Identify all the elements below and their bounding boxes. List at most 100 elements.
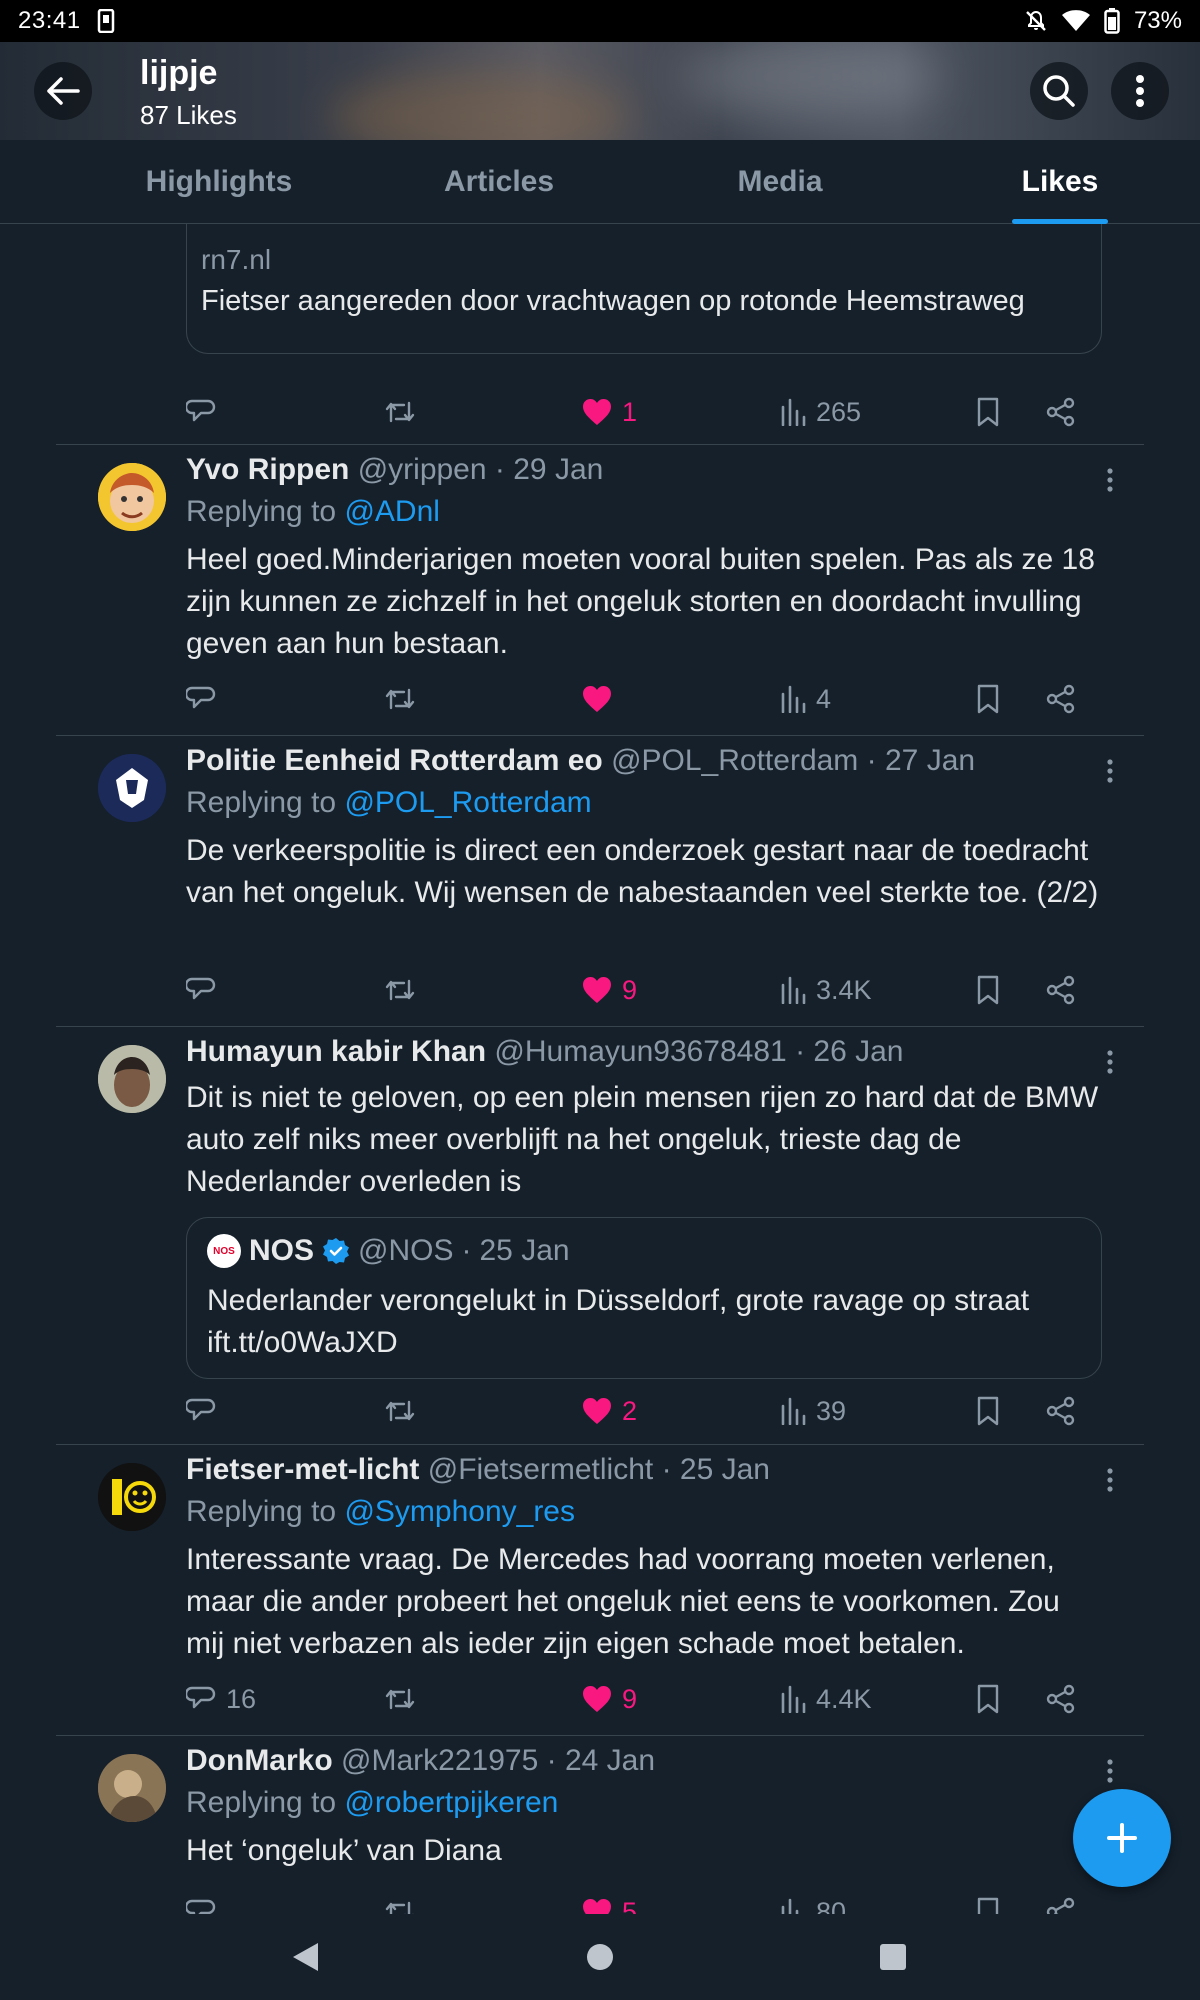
likes-feed[interactable]: rn7.nl Fietser aangereden door vrachtwag… xyxy=(0,224,1200,1914)
tweet-more-button[interactable] xyxy=(1100,465,1120,495)
author-name[interactable]: Humayun kabir Khan xyxy=(186,1035,486,1068)
bookmark-button[interactable] xyxy=(976,679,1000,719)
tweet-more-button[interactable] xyxy=(1100,756,1120,786)
author-handle[interactable]: @POL_Rotterdam xyxy=(611,744,858,777)
link-preview-card[interactable]: rn7.nl Fietser aangereden door vrachtwag… xyxy=(186,224,1102,354)
reply-button[interactable] xyxy=(186,970,216,1010)
like-button[interactable] xyxy=(582,679,612,719)
retweet-button[interactable] xyxy=(384,392,416,432)
like-button[interactable]: 2 xyxy=(582,1391,637,1431)
tweet-card[interactable]: DonMarko @Mark221975 · 24 Jan Replying t… xyxy=(0,1736,1200,1914)
tweet-card[interactable]: Humayun kabir Khan @Humayun93678481 · 26… xyxy=(0,1027,1200,1443)
reply-mention-link[interactable]: @ADnl xyxy=(344,495,439,528)
tweet-more-button[interactable] xyxy=(1100,1756,1120,1786)
nav-recents-button[interactable] xyxy=(870,1934,916,1980)
back-button[interactable] xyxy=(34,62,92,120)
reply-button[interactable] xyxy=(186,1892,216,1914)
page-title: lijpje xyxy=(140,54,218,92)
quoted-tweet[interactable]: NOS NOS @NOS · 25 Jan Nederlander verong… xyxy=(186,1217,1102,1379)
tab-label: Highlights xyxy=(145,165,293,198)
avatar[interactable] xyxy=(98,463,166,531)
views-button[interactable]: 4 xyxy=(780,679,831,719)
replying-to: Replying to @Symphony_res xyxy=(186,1495,575,1529)
bookmark-button[interactable] xyxy=(976,1892,1000,1914)
share-button[interactable] xyxy=(1046,1679,1076,1719)
share-button[interactable] xyxy=(1046,970,1076,1010)
reply-mention-link[interactable]: @Symphony_res xyxy=(344,1495,575,1528)
avatar[interactable] xyxy=(98,1463,166,1531)
like-button[interactable]: 5 xyxy=(582,1892,637,1914)
author-handle[interactable]: @Mark221975 xyxy=(341,1744,538,1777)
retweet-icon xyxy=(385,688,415,710)
nav-back-button[interactable] xyxy=(282,1934,328,1980)
tweet-actions: 16 9 4.4K xyxy=(186,1679,1086,1719)
avatar[interactable] xyxy=(98,1754,166,1822)
reply-button[interactable] xyxy=(186,392,216,432)
tweet-more-button[interactable] xyxy=(1100,1047,1120,1077)
mute-notifications-icon xyxy=(1024,9,1048,33)
reply-mention-link[interactable]: @robertpijkeren xyxy=(344,1786,558,1819)
views-button[interactable]: 3.4K xyxy=(780,970,872,1010)
reply-button[interactable]: 16 xyxy=(186,1679,256,1719)
replying-to-label: Replying to xyxy=(186,1495,337,1528)
more-options-button[interactable] xyxy=(1111,62,1169,120)
author-handle[interactable]: @yrippen xyxy=(358,453,487,486)
nav-home-button[interactable] xyxy=(577,1934,623,1980)
author-name[interactable]: Yvo Rippen xyxy=(186,453,349,486)
share-button[interactable] xyxy=(1046,1391,1076,1431)
tweet-card[interactable]: Fietser-met-licht @Fietsermetlicht · 25 … xyxy=(0,1445,1200,1735)
author-name[interactable]: Politie Eenheid Rotterdam eo xyxy=(186,744,603,777)
share-button[interactable] xyxy=(1046,679,1076,719)
header-banner-image xyxy=(330,72,630,140)
retweet-button[interactable] xyxy=(384,970,416,1010)
bookmark-button[interactable] xyxy=(976,1679,1000,1719)
tweet-date: 27 Jan xyxy=(885,744,976,777)
bookmark-button[interactable] xyxy=(976,392,1000,432)
quoted-author-name[interactable]: NOS xyxy=(249,1234,314,1268)
author-handle[interactable]: @Humayun93678481 xyxy=(494,1035,786,1068)
tab-likes[interactable]: Likes xyxy=(1012,140,1108,224)
author-name[interactable]: DonMarko xyxy=(186,1744,333,1777)
reply-button[interactable] xyxy=(186,679,216,719)
view-count: 265 xyxy=(816,396,862,427)
more-vertical-icon xyxy=(1107,1759,1113,1783)
tab-articles[interactable]: Articles xyxy=(399,140,599,224)
views-button[interactable]: 80 xyxy=(780,1892,846,1914)
separator-dot: · xyxy=(461,1234,472,1267)
like-count: 1 xyxy=(622,396,638,427)
retweet-button[interactable] xyxy=(384,1892,416,1914)
author-name[interactable]: Fietser-met-licht xyxy=(186,1453,419,1486)
bookmark-button[interactable] xyxy=(976,970,1000,1010)
reply-icon xyxy=(186,686,216,709)
view-count: 39 xyxy=(816,1395,847,1426)
battery-icon xyxy=(1104,8,1120,34)
avatar[interactable] xyxy=(98,1045,166,1113)
quoted-author-handle[interactable]: @NOS xyxy=(358,1234,453,1268)
quoted-avatar[interactable]: NOS xyxy=(207,1234,241,1268)
tab-media[interactable]: Media xyxy=(680,140,880,224)
like-button[interactable]: 1 xyxy=(582,392,637,432)
share-button[interactable] xyxy=(1046,392,1076,432)
views-chart-icon xyxy=(781,976,806,1004)
reply-button[interactable] xyxy=(186,1391,216,1431)
avatar[interactable] xyxy=(98,754,166,822)
author-handle[interactable]: @Fietsermetlicht xyxy=(428,1453,654,1486)
tweet-card[interactable]: Politie Eenheid Rotterdam eo @POL_Rotter… xyxy=(0,736,1200,1026)
bookmark-button[interactable] xyxy=(976,1391,1000,1431)
like-button[interactable]: 9 xyxy=(582,1679,637,1719)
compose-tweet-button[interactable] xyxy=(1073,1789,1171,1887)
share-icon xyxy=(1046,684,1075,714)
views-button[interactable]: 265 xyxy=(780,392,861,432)
retweet-button[interactable] xyxy=(384,679,416,719)
retweet-button[interactable] xyxy=(384,1679,416,1719)
views-button[interactable]: 4.4K xyxy=(780,1679,872,1719)
share-button[interactable] xyxy=(1046,1892,1076,1914)
search-button[interactable] xyxy=(1030,62,1088,120)
tab-highlights[interactable]: Highlights xyxy=(119,140,319,224)
reply-mention-link[interactable]: @POL_Rotterdam xyxy=(344,786,591,819)
tweet-card[interactable]: Yvo Rippen @yrippen · 29 Jan Replying to… xyxy=(0,445,1200,735)
tweet-more-button[interactable] xyxy=(1100,1465,1120,1495)
like-button[interactable]: 9 xyxy=(582,970,637,1010)
views-button[interactable]: 39 xyxy=(780,1391,846,1431)
retweet-button[interactable] xyxy=(384,1391,416,1431)
